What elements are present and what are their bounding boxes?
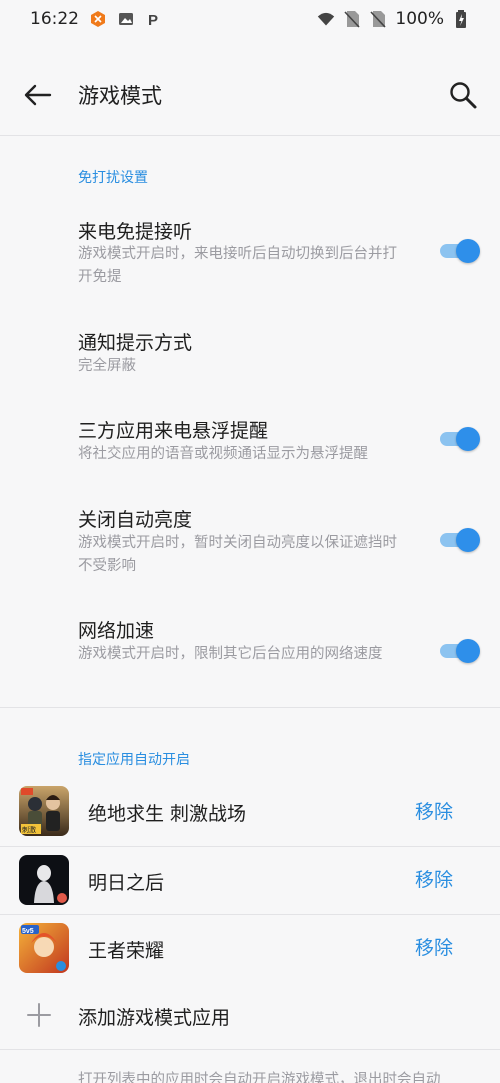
wifi-icon (317, 10, 335, 28)
app-row-honor-of-kings: 5v5 王者荣耀 移除 (0, 914, 500, 982)
setting-network-acceleration[interactable]: 网络加速 游戏模式开启时，限制其它后台应用的网络速度 (0, 616, 500, 688)
setting-description: 完全屏蔽 (78, 358, 136, 374)
back-button[interactable] (22, 79, 54, 111)
honor-of-kings-app-icon: 5v5 (19, 923, 69, 973)
app-name: 王者荣耀 (88, 940, 165, 962)
remove-button-lifeafter[interactable]: 移除 (415, 865, 453, 892)
image-notification-icon (117, 10, 135, 28)
setting-title: 网络加速 (78, 620, 155, 642)
p-notification-icon: P (145, 10, 163, 28)
game-notification-icon (89, 10, 107, 28)
section-divider (0, 1049, 500, 1050)
app-row-pubg: 刺激 绝地求生 刺激战场 移除 (0, 778, 500, 846)
page-title: 游戏模式 (78, 84, 162, 108)
remove-button-pubg[interactable]: 移除 (415, 797, 453, 824)
app-name: 绝地求生 刺激战场 (88, 803, 247, 825)
section-heading-dnd: 免打扰设置 (78, 170, 148, 186)
add-app-label: 添加游戏模式应用 (78, 1007, 231, 1029)
svg-text:P: P (148, 12, 158, 27)
search-icon (450, 82, 477, 109)
status-time: 16:22 (30, 9, 79, 29)
app-name: 明日之后 (88, 872, 165, 894)
toggle-knob (456, 239, 480, 263)
toggle-knob (456, 528, 480, 552)
setting-speaker-answer[interactable]: 来电免提接听 游戏模式开启时，来电接听后自动切换到后台并打开免提 (0, 217, 500, 289)
battery-charging-icon (452, 10, 470, 28)
battery-percent: 100% (395, 9, 444, 29)
setting-description: 将社交应用的语音或视频通话显示为悬浮提醒 (78, 446, 368, 462)
setting-title: 关闭自动亮度 (78, 509, 193, 531)
header-divider (0, 135, 500, 136)
toggle-knob (456, 639, 480, 663)
section-divider (0, 707, 500, 708)
toggle-switch-floating-call[interactable] (440, 427, 480, 451)
search-button[interactable] (446, 78, 480, 112)
app-header: 游戏模式 (0, 60, 500, 130)
app-row-lifeafter: 明日之后 移除 (0, 846, 500, 914)
setting-floating-call-reminder[interactable]: 三方应用来电悬浮提醒 将社交应用的语音或视频通话显示为悬浮提醒 (0, 416, 500, 466)
status-bar: 16:22 P 100% (0, 0, 500, 38)
setting-title: 来电免提接听 (78, 221, 193, 243)
svg-text:5v5: 5v5 (22, 928, 34, 935)
svg-text:刺激: 刺激 (22, 825, 36, 834)
plus-icon (27, 1003, 51, 1027)
setting-title: 通知提示方式 (78, 332, 193, 354)
setting-description: 游戏模式开启时，来电接听后自动切换到后台并打开免提 (78, 246, 397, 285)
toggle-switch-speaker-answer[interactable] (440, 239, 480, 263)
setting-title: 三方应用来电悬浮提醒 (78, 420, 269, 442)
remove-button-honor-of-kings[interactable]: 移除 (415, 933, 453, 960)
setting-description: 游戏模式开启时，暂时关闭自动亮度以保证遮挡时不受影响 (78, 535, 397, 574)
setting-disable-auto-brightness[interactable]: 关闭自动亮度 游戏模式开启时，暂时关闭自动亮度以保证遮挡时不受影响 (0, 505, 500, 577)
no-sim-icon-2 (369, 10, 387, 28)
setting-notification-mode[interactable]: 通知提示方式 完全屏蔽 (0, 328, 500, 378)
section-heading-apps: 指定应用自动开启 (78, 752, 190, 768)
no-sim-icon (343, 10, 361, 28)
toggle-switch-network-acceleration[interactable] (440, 639, 480, 663)
toggle-switch-auto-brightness[interactable] (440, 528, 480, 552)
pubg-app-icon: 刺激 (19, 786, 69, 836)
lifeafter-app-icon (19, 855, 69, 905)
arrow-left-icon (24, 84, 52, 106)
footer-note: 打开列表中的应用时会自动开启游戏模式，退出时会自动 (78, 1072, 441, 1083)
toggle-knob (456, 427, 480, 451)
add-game-mode-app[interactable]: 添加游戏模式应用 (0, 985, 500, 1047)
setting-description: 游戏模式开启时，限制其它后台应用的网络速度 (78, 646, 383, 662)
